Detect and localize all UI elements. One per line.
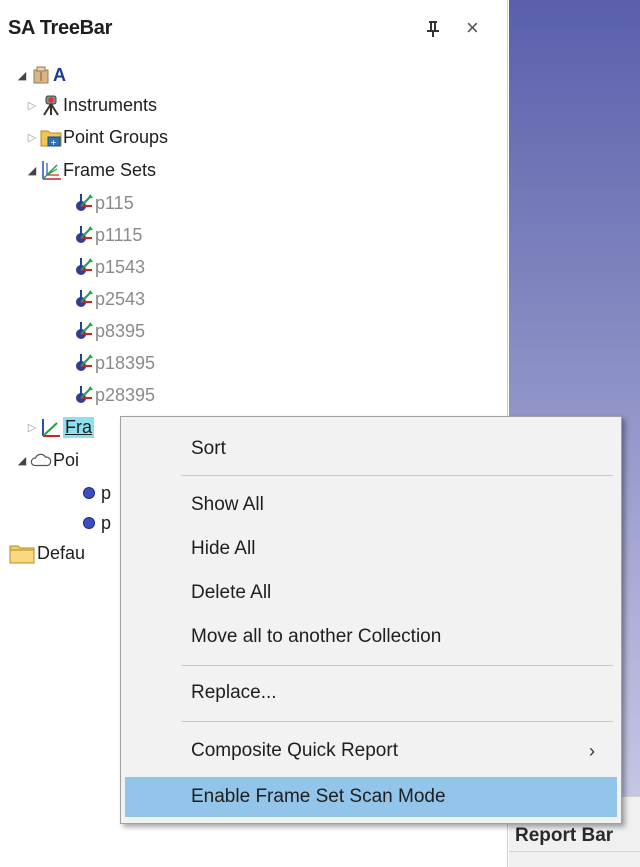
tree-node-frames[interactable]: ▷ Fra: [24, 412, 94, 442]
tree-node-default[interactable]: Defau: [8, 538, 85, 568]
report-bar-title: Report Bar: [515, 825, 614, 846]
expand-arrow-icon[interactable]: ▷: [24, 131, 40, 144]
menu-item-sort[interactable]: Sort: [125, 429, 617, 469]
svg-text:+: +: [50, 138, 57, 147]
expand-arrow-icon[interactable]: ▷: [24, 99, 40, 112]
tree-label: p115: [95, 192, 134, 213]
menu-item-replace[interactable]: Replace...: [125, 673, 617, 713]
frame-icon: [72, 192, 94, 214]
frame-set-icon: [40, 159, 62, 181]
tree-label: p2543: [95, 288, 146, 309]
frame-set-item[interactable]: p2543: [72, 284, 145, 314]
pin-icon[interactable]: [426, 20, 440, 38]
tree-label: p18395: [95, 352, 156, 373]
collapse-arrow-icon[interactable]: ◢: [14, 454, 30, 467]
tree-label: Fra: [63, 416, 94, 438]
expand-arrow-icon[interactable]: ▷: [24, 421, 40, 434]
tree-label: p8395: [95, 320, 146, 341]
tree-label: p1543: [95, 256, 146, 277]
close-icon[interactable]: ×: [466, 17, 479, 39]
tree-label: p: [101, 482, 112, 503]
frame-set-item[interactable]: p28395: [72, 380, 155, 410]
point-icon: [78, 482, 100, 504]
part-icon: [30, 64, 52, 86]
context-menu: Sort Show All Hide All Delete All Move a…: [120, 416, 622, 824]
tree-label: p1115: [95, 224, 143, 245]
menu-item-move-all[interactable]: Move all to another Collection: [125, 617, 617, 657]
treebar-title-bar: SA TreeBar ×: [0, 0, 508, 58]
point-item[interactable]: p: [78, 508, 111, 538]
tree-label: Defau: [37, 542, 86, 563]
tree-node-point-groups[interactable]: ▷ + Point Groups: [24, 122, 168, 152]
collapse-arrow-icon[interactable]: ◢: [24, 164, 40, 177]
menu-separator: [181, 721, 613, 722]
tree-label: A: [53, 64, 66, 85]
instrument-icon: [40, 94, 62, 116]
point-cloud-icon: [30, 449, 52, 471]
tree-node-root[interactable]: ◢ A: [14, 60, 66, 90]
tree-label: Point Groups: [63, 126, 169, 147]
menu-item-show-all[interactable]: Show All: [125, 485, 617, 525]
frame-set-item[interactable]: p115: [72, 188, 134, 218]
frame-icon: [72, 320, 94, 342]
menu-separator: [181, 665, 613, 666]
tree-label: Frame Sets: [63, 159, 157, 180]
frame-set-item[interactable]: p1543: [72, 252, 145, 282]
panel-title: SA TreeBar: [8, 17, 113, 39]
frame-icon: [72, 384, 94, 406]
frame-icon: [72, 224, 94, 246]
menu-item-enable-scan-mode[interactable]: Enable Frame Set Scan Mode: [125, 777, 617, 817]
menu-item-composite-quick-report[interactable]: Composite Quick Report ›: [125, 731, 617, 771]
frame-icon: [72, 352, 94, 374]
folder-icon: [8, 542, 36, 564]
tree-label: Instruments: [63, 94, 158, 115]
frame-icon: [40, 416, 62, 438]
frame-set-item[interactable]: p18395: [72, 348, 155, 378]
collapse-arrow-icon[interactable]: ◢: [14, 69, 30, 82]
divider: [509, 851, 640, 852]
menu-item-delete-all[interactable]: Delete All: [125, 573, 617, 613]
submenu-arrow-icon: ›: [589, 740, 595, 761]
frame-set-item[interactable]: p1115: [72, 220, 142, 250]
tree-label: Poi: [53, 449, 80, 470]
menu-separator: [181, 475, 613, 476]
tree-label: p: [101, 512, 112, 533]
frame-icon: [72, 288, 94, 310]
frame-set-item[interactable]: p8395: [72, 316, 145, 346]
tree-node-instruments[interactable]: ▷ Instruments: [24, 90, 157, 120]
tree-node-points[interactable]: ◢ Poi: [14, 445, 79, 475]
tree-node-frame-sets[interactable]: ◢ Frame Sets: [24, 155, 156, 185]
point-icon: [78, 512, 100, 534]
point-group-icon: +: [40, 126, 62, 148]
menu-item-hide-all[interactable]: Hide All: [125, 529, 617, 569]
point-item[interactable]: p: [78, 478, 111, 508]
tree-label: p28395: [95, 384, 156, 405]
frame-icon: [72, 256, 94, 278]
